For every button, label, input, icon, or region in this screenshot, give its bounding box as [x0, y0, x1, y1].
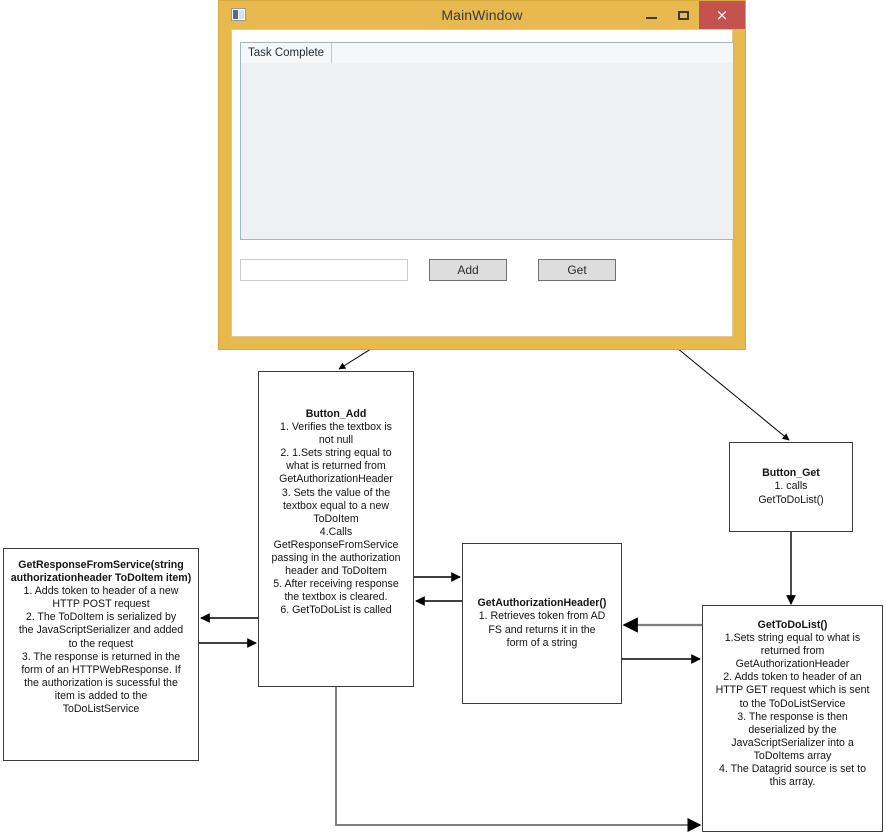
- flow-box-step: 3. Sets the value of the: [281, 486, 391, 499]
- task-datagrid[interactable]: Task Complete: [240, 42, 734, 240]
- get-button[interactable]: Get: [538, 259, 616, 281]
- flow-box-step: passing in the authorization: [271, 552, 401, 565]
- flow-box-step: 6. GetToDoList is called: [280, 604, 392, 617]
- task-input[interactable]: [240, 259, 408, 281]
- arrow-buttonadd-to-gettodolist: [335, 687, 702, 832]
- flow-box-title: GetAuthorizationHeader(): [477, 597, 607, 610]
- datagrid-column-task-complete[interactable]: Task Complete: [241, 43, 333, 63]
- flow-box-step: 5. After receiving response: [273, 578, 399, 591]
- flow-box-steps: 1.Sets string equal to what is returned f…: [706, 632, 879, 789]
- flow-box-step: ToDoListService: [62, 703, 140, 716]
- flow-box-step: to the request: [68, 637, 134, 650]
- flow-box-step: GetAuthorizationHeader: [279, 473, 393, 486]
- flow-box-title: Button_Get: [762, 467, 820, 480]
- window-controls: ×: [635, 1, 745, 29]
- flow-box-step: form of an HTTPWebResponse. If: [21, 663, 181, 676]
- flow-box-step: form of a string: [506, 636, 578, 649]
- flow-box-step: 1. Verifies the textbox is: [280, 421, 392, 434]
- flow-box-get-response-from-service: GetResponseFromService(string authorizat…: [3, 548, 199, 761]
- flow-box-step: 1. Retrieves token from AD: [478, 610, 606, 623]
- flow-box-step: 2. Adds token to header of an: [723, 671, 862, 684]
- flow-box-steps: 1. calls GetToDoList(): [733, 480, 849, 506]
- flow-box-step: the textbox is cleared.: [284, 591, 388, 604]
- flow-box-step: 2. 1.Sets string equal to: [280, 447, 392, 460]
- flow-box-step: this array.: [769, 776, 816, 789]
- maximize-button[interactable]: [667, 1, 699, 29]
- flow-box-step: JavaScriptSerializer into a: [731, 736, 854, 749]
- flow-box-step: ToDoItem: [313, 512, 359, 525]
- flow-box-step: returned from: [760, 645, 825, 658]
- flow-box-title: GetResponseFromService(string authorizat…: [10, 559, 192, 585]
- flow-box-step: textbox equal to a new: [282, 499, 389, 512]
- flow-box-step: HTTP POST request: [52, 598, 150, 611]
- flow-box-step: deserialized by the: [748, 723, 837, 736]
- flow-box-step: FS and returns it in the: [488, 623, 596, 636]
- maximize-icon: [677, 10, 689, 20]
- flow-box-step: GetToDoList(): [758, 493, 824, 506]
- flow-box-step: the authorization is sucessful the: [24, 676, 178, 689]
- flow-box-step: the JavaScriptSerializer and added: [18, 624, 184, 637]
- flow-box-step: ToDoItems array: [753, 749, 832, 762]
- flow-box-step: not null: [318, 434, 354, 447]
- flow-box-button-get: Button_Get 1. calls GetToDoList(): [729, 442, 853, 532]
- add-button[interactable]: Add: [429, 259, 507, 281]
- flow-box-step: GetResponseFromService: [273, 538, 399, 551]
- minimize-button[interactable]: [635, 1, 667, 29]
- flow-box-step: HTTP GET request which is sent: [715, 684, 870, 697]
- flow-box-step: 3. The response is then: [737, 710, 848, 723]
- flow-box-step: to the ToDoListService: [739, 697, 846, 710]
- flow-box-title: GetToDoList(): [757, 619, 828, 631]
- flow-box-step: 4.Calls: [319, 525, 353, 538]
- flow-box-step: item is added to the: [54, 689, 148, 702]
- flow-box-step: 3. The response is returned in the: [21, 650, 181, 663]
- main-window: MainWindow × Task Complete Add Get: [218, 0, 746, 350]
- close-button[interactable]: ×: [699, 1, 745, 29]
- flow-box-step: header and ToDoItem: [285, 565, 387, 578]
- datagrid-header: Task Complete: [241, 43, 733, 64]
- flow-box-step: 1. calls: [774, 480, 808, 493]
- flow-box-step: what is returned from: [286, 460, 386, 473]
- flow-box-step: 1.Sets string equal to what is: [724, 632, 861, 645]
- flow-box-steps: 1. Retrieves token from AD FS and returns…: [466, 610, 618, 649]
- flow-box-button-add: Button_Add 1. Verifies the textbox is not…: [258, 371, 414, 687]
- flow-box-steps: 1. Verifies the textbox is not null 2. 1.S…: [262, 421, 410, 617]
- flow-box-step: 1. Adds token to header of a new: [23, 585, 179, 598]
- app-icon: [231, 8, 246, 21]
- window-client-area: Task Complete Add Get: [231, 29, 734, 337]
- minimize-icon: [645, 16, 657, 19]
- flow-box-title: Button_Add: [305, 408, 367, 420]
- datagrid-body: [241, 63, 733, 239]
- flow-box-get-authorization-header: GetAuthorizationHeader() 1. Retrieves to…: [462, 543, 622, 704]
- flow-box-step: 2. The ToDoItem is serialized by: [25, 611, 177, 624]
- window-titlebar: MainWindow ×: [219, 1, 745, 29]
- flow-box-steps: 1. Adds token to header of a new HTTP POS…: [7, 585, 195, 716]
- flow-box-get-todo-list: GetToDoList() 1.Sets string equal to wha…: [702, 605, 883, 832]
- flow-box-step: GetAuthorizationHeader: [735, 658, 850, 671]
- flow-box-step: 4. The Datagrid source is set to: [718, 763, 866, 776]
